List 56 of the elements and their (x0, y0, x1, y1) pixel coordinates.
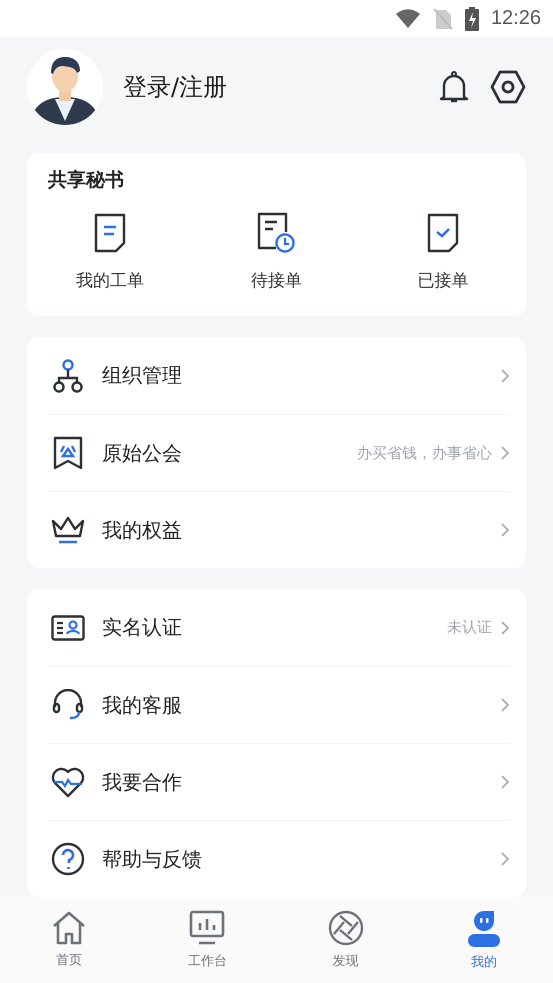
menu-item[interactable]: 我的客服 (48, 666, 510, 743)
chevron-right-icon (500, 445, 510, 461)
home-icon (51, 911, 88, 945)
shortcut-item[interactable]: 已接单 (360, 211, 526, 292)
crown-icon (51, 515, 85, 545)
shortcut-item[interactable]: 我的工单 (27, 211, 194, 292)
document-clock-icon (256, 212, 296, 254)
hierarchy-icon (52, 358, 84, 392)
menu-item[interactable]: 我要合作 (48, 743, 510, 820)
chevron-right-icon (500, 697, 510, 713)
bookmark-badge-icon (53, 436, 83, 470)
menu-label: 组织管理 (102, 362, 183, 389)
status-time: 12:26 (490, 7, 541, 30)
menu-label: 原始公会 (102, 440, 183, 466)
document-icon (93, 213, 128, 253)
headset-icon (52, 689, 84, 721)
tab[interactable]: 我的 (414, 897, 553, 983)
settings-button[interactable] (490, 70, 526, 104)
menu-item[interactable]: 实名认证 未认证 (48, 589, 510, 666)
tab[interactable]: 首页 (0, 897, 138, 983)
shortcut-label: 我的工单 (76, 270, 144, 292)
chevron-right-icon (500, 522, 510, 538)
battery-charging-icon (464, 6, 479, 30)
monitor-chart-icon (189, 910, 226, 946)
login-link[interactable]: 登录/注册 (123, 70, 418, 102)
no-sim-icon (432, 8, 453, 30)
shortcut-item[interactable]: 待接单 (193, 211, 360, 292)
wifi-icon (394, 8, 421, 28)
heart-pulse-icon (51, 766, 85, 798)
menu-label: 帮助与反馈 (102, 846, 203, 872)
chevron-right-icon (500, 368, 510, 384)
chevron-right-icon (500, 851, 510, 867)
menu-label: 我的客服 (102, 692, 183, 718)
help-icon (51, 842, 85, 876)
notification-button[interactable] (438, 70, 470, 104)
menu-hint: 办买省钱，办事省心 (357, 444, 492, 462)
chevron-right-icon (500, 620, 510, 636)
chevron-right-icon (500, 774, 510, 790)
shortcut-label: 已接单 (417, 270, 468, 292)
menu-label: 我的权益 (102, 516, 183, 544)
tab[interactable]: 发现 (276, 897, 415, 983)
menu-label: 我要合作 (102, 768, 183, 796)
menu-item[interactable]: 我的权益 (48, 491, 510, 568)
menu-item[interactable]: 原始公会 办买省钱，办事省心 (48, 414, 510, 491)
aperture-icon (328, 910, 364, 946)
menu-item[interactable]: 组织管理 (48, 337, 510, 414)
bell-icon (438, 70, 470, 104)
menu-label: 实名认证 (102, 614, 183, 641)
settings-icon (490, 70, 526, 104)
tab[interactable]: 工作台 (138, 897, 276, 983)
shortcut-label: 待接单 (250, 270, 302, 292)
section-title: 共享秘书 (48, 168, 125, 193)
document-check-icon (426, 213, 460, 253)
menu-hint: 未认证 (447, 618, 492, 637)
id-card-icon (51, 614, 85, 640)
robot-user-icon (466, 909, 501, 947)
